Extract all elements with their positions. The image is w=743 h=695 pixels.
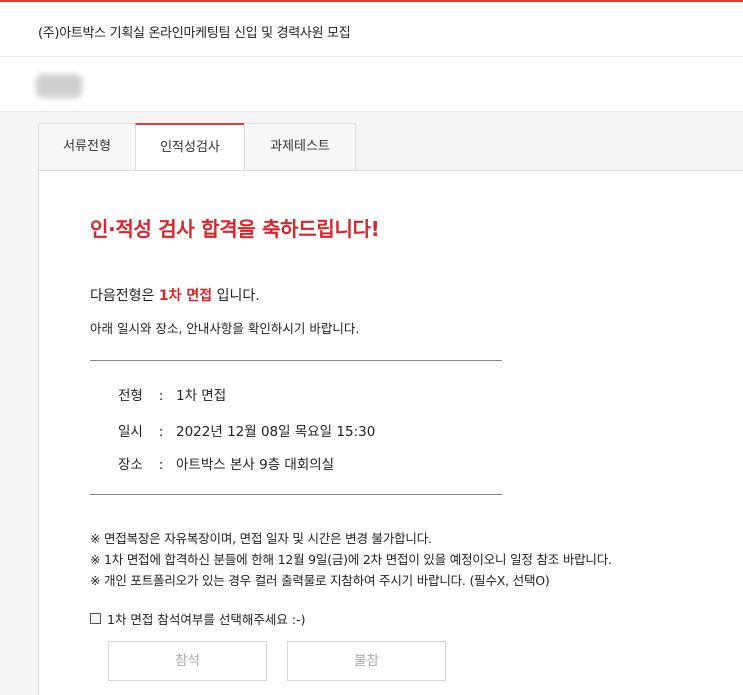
detail-label: 일시 xyxy=(118,424,143,440)
divider-bottom xyxy=(90,494,502,495)
congrats-headline: 인·적성 검사 합격을 축하드립니다! xyxy=(90,217,380,241)
attend-button[interactable]: 참석 xyxy=(108,641,267,681)
next-stage-line: 다음전형은 1차 면접 입니다. xyxy=(90,285,260,305)
notice-dress-code: ※ 면접복장은 자유복장이며, 면접 일자 및 시간은 변경 불가합니다. xyxy=(90,531,432,546)
notice-second-interview: ※ 1차 면접에 합격하신 분들에 한해 12월 9일(금)에 2차 면접이 있… xyxy=(90,552,612,567)
applicant-bar xyxy=(0,57,743,112)
next-stage-prefix: 다음전형은 xyxy=(90,288,159,304)
detail-separator: : xyxy=(158,457,164,473)
detail-separator: : xyxy=(158,424,164,440)
tab-assignment-test[interactable]: 과제테스트 xyxy=(244,123,356,170)
detail-row-datetime: 일시:2022년 12월 08일 목요일 15:30 xyxy=(118,420,375,440)
attendance-question: 1차 면접 참석여부를 선택해주세요 :-) xyxy=(90,609,305,628)
detail-row-location: 장소: 아트박스 본사 9층 대회의실 xyxy=(118,453,334,473)
tab-document-screening[interactable]: 서류전형 xyxy=(38,123,136,170)
next-stage-highlight: 1차 면접 xyxy=(158,288,213,304)
detail-label: 전형 xyxy=(118,388,143,404)
checkbox-icon xyxy=(90,613,101,624)
decline-button[interactable]: 불참 xyxy=(287,641,446,681)
notice-portfolio: ※ 개인 포트폴리오가 있는 경우 컬러 출력물로 지참하여 주시기 바랍니다.… xyxy=(90,573,550,588)
detail-separator: : xyxy=(158,388,164,404)
detail-label: 장소 xyxy=(118,457,143,473)
detail-value: 2022년 12월 08일 목요일 15:30 xyxy=(176,424,376,440)
tab-aptitude-test[interactable]: 인적성검사 xyxy=(135,123,245,171)
attendance-question-text: 1차 면접 참석여부를 선택해주세요 :-) xyxy=(107,612,306,627)
divider-top xyxy=(90,360,502,361)
detail-value: 1차 면접 xyxy=(176,388,227,404)
stage-tabs: 서류전형 인적성검사 과제테스트 xyxy=(38,123,743,171)
detail-row-stage: 전형:1차 면접 xyxy=(118,384,226,404)
next-stage-suffix: 입니다. xyxy=(212,288,260,304)
page-title: (주)아트박스 기획실 온라인마케팅팀 신입 및 경력사원 모집 xyxy=(38,26,351,41)
blurred-applicant-name xyxy=(36,74,82,98)
detail-value: 아트박스 본사 9층 대회의실 xyxy=(176,457,335,473)
header-bar: (주)아트박스 기획실 온라인마케팅팀 신입 및 경력사원 모집 xyxy=(0,2,743,57)
guide-text: 아래 일시와 장소, 안내사항을 확인하시기 바랍니다. xyxy=(90,321,360,336)
